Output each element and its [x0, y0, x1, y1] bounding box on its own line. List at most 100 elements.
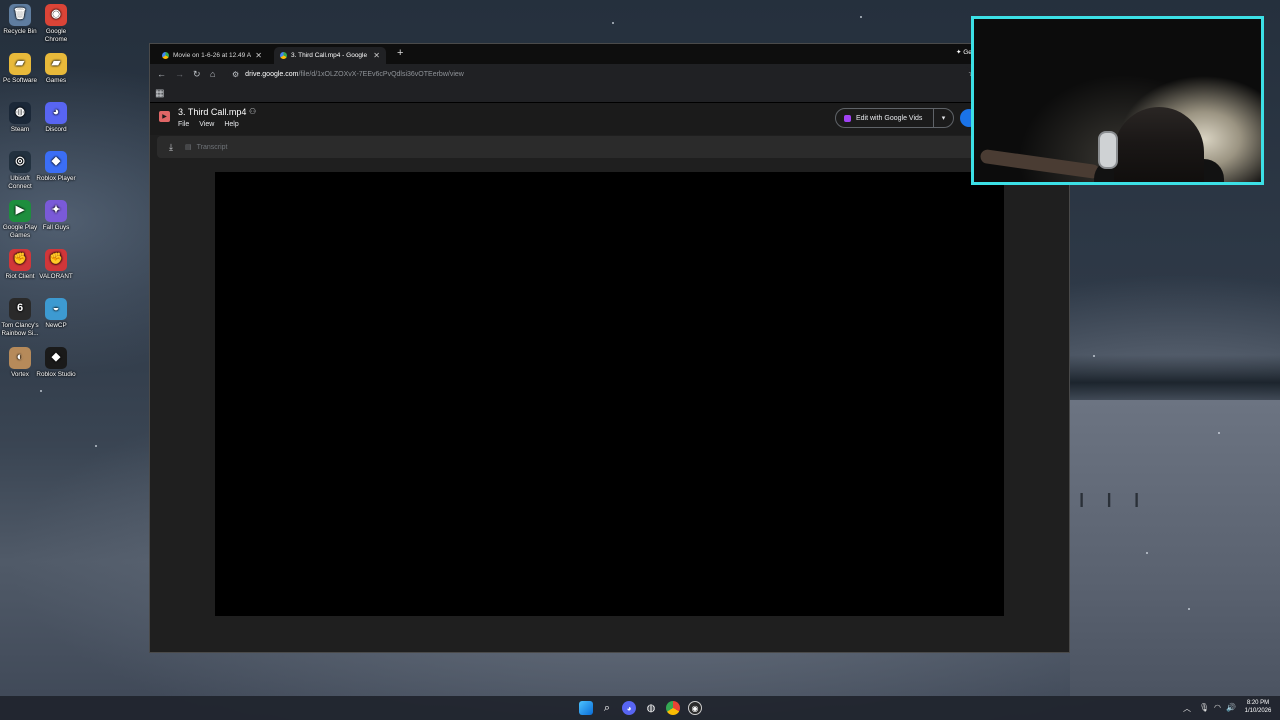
file-menu-bar: File View Help: [178, 121, 239, 128]
desktop-icon-riot-client[interactable]: ✊ Riot Client: [0, 249, 40, 281]
close-icon[interactable]: ✕: [255, 51, 262, 60]
tab-title: Movie on 1-6-26 at 12.49 AM.m: [173, 52, 252, 59]
site-info-icon[interactable]: ⚙: [232, 70, 239, 79]
drive-file-header: ▶ 3. Third Call.mp4 ⚇ File View Help Edi…: [150, 103, 1069, 135]
google-vids-icon: [844, 114, 851, 122]
chrome-icon[interactable]: [666, 701, 680, 715]
download-icon[interactable]: ⤓: [169, 142, 173, 153]
volume-icon[interactable]: 🔊: [1226, 703, 1236, 712]
apps-grid-icon[interactable]: ▦: [155, 88, 164, 99]
start-windows-icon[interactable]: [579, 701, 593, 715]
app-icon: ◐: [9, 347, 31, 369]
address-bar[interactable]: ⚙ drive.google.com/file/d/1xOLZOXvX-7EEv…: [228, 67, 972, 82]
taskbar-clock[interactable]: 8:20 PM 1/10/2026: [1238, 699, 1278, 715]
app-icon: ◍: [9, 102, 31, 124]
drive-favicon-icon: [280, 52, 287, 59]
app-icon: ◕: [45, 102, 67, 124]
menu-help[interactable]: Help: [224, 121, 238, 128]
back-arrow-icon[interactable]: ←: [157, 69, 166, 79]
microphone-icon: [1098, 131, 1118, 169]
wallpaper-treeline: [1070, 355, 1280, 405]
video-file-icon: ▶: [159, 111, 170, 122]
url-path: /file/d/1xOLZOXvX-7EEv6cPvQdlsi36vOTEerb…: [298, 71, 464, 78]
chevron-down-icon[interactable]: ▾: [933, 109, 953, 127]
desktop-icon-steam[interactable]: ◍ Steam: [0, 102, 40, 134]
tab-third-call[interactable]: 3. Third Call.mp4 - Google Driv ✕: [274, 47, 386, 64]
app-icon: ◉: [45, 4, 67, 26]
desktop-icon-roblox-studio[interactable]: ◆ Roblox Studio: [36, 347, 76, 379]
obs-icon[interactable]: ◉: [688, 701, 702, 715]
wifi-icon[interactable]: ◠: [1214, 703, 1221, 712]
transcript-icon: ▤: [184, 144, 192, 151]
wallpaper-mark: ı ı ı: [1078, 484, 1147, 514]
desktop-icon-pc-software[interactable]: ▰ Pc Software: [0, 53, 40, 85]
desktop-icon-google-play-games[interactable]: ▶ Google Play Games: [0, 200, 40, 239]
desktop-icon-label: Fall Guys: [42, 224, 70, 231]
edit-with-vids-label: Edit with Google Vids: [856, 114, 923, 122]
desktop-icon-ubisoft-connect[interactable]: ◎ Ubisoft Connect: [0, 151, 40, 190]
desktop-icon-google-chrome[interactable]: ◉ Google Chrome: [36, 4, 76, 43]
webcam-overlay: [971, 16, 1264, 185]
wallpaper-star: [1146, 552, 1148, 554]
gemini-button[interactable]: ✦ Ge: [956, 48, 972, 56]
steam-icon[interactable]: ◍: [644, 701, 658, 715]
tab-movie[interactable]: Movie on 1-6-26 at 12.49 AM.m ✕: [156, 47, 268, 64]
desktop-icon-vortex[interactable]: ◐ Vortex: [0, 347, 40, 379]
desktop-icon-label: Tom Clancy's Rainbow Si...: [1, 322, 39, 337]
tab-title: 3. Third Call.mp4 - Google Driv: [291, 52, 369, 59]
desktop-icon-label: Steam: [10, 126, 30, 133]
app-icon: ▰: [45, 53, 67, 75]
desktop-icon-recycle-bin[interactable]: 🗑 Recycle Bin: [0, 4, 40, 36]
desktop-icon-label: Roblox Studio: [36, 371, 76, 378]
desktop-icon-label: Discord: [45, 126, 67, 133]
app-icon: ✊: [9, 249, 31, 271]
bookmarks-bar: ▦: [150, 85, 1069, 103]
menu-file[interactable]: File: [178, 121, 189, 128]
wallpaper-star: [40, 390, 42, 392]
desktop-icon-games[interactable]: ▰ Games: [36, 53, 76, 85]
app-icon: 6: [9, 298, 31, 320]
browser-window[interactable]: Movie on 1-6-26 at 12.49 AM.m ✕ 3. Third…: [149, 43, 1070, 653]
forward-arrow-icon[interactable]: →: [175, 69, 184, 79]
url-host: drive.google.com: [245, 71, 299, 78]
app-icon: ◆: [45, 151, 67, 173]
taskbar: ⌕ ◕ ◍ ◉ ︿ 🎙 ◠ 🔊 8:20 PM 1/10/2026: [0, 696, 1280, 720]
discord-icon[interactable]: ◕: [622, 701, 636, 715]
transcript-button[interactable]: ▤ Transcript: [184, 143, 228, 152]
video-player[interactable]: [215, 172, 1004, 616]
app-icon: ◆: [45, 347, 67, 369]
desktop-icon-newcp[interactable]: ◒ NewCP: [36, 298, 76, 330]
desktop-icon-fall-guys[interactable]: ✦ Fall Guys: [36, 200, 76, 232]
wallpaper-star: [1188, 608, 1190, 610]
shared-users-icon[interactable]: ⚇: [249, 107, 256, 116]
transcript-label: Transcript: [196, 143, 228, 151]
desktop-icon-label: Ubisoft Connect: [8, 175, 32, 190]
wallpaper-star: [1093, 355, 1095, 357]
search-icon[interactable]: ⌕: [600, 701, 614, 715]
app-icon: ✊: [45, 249, 67, 271]
menu-view[interactable]: View: [199, 121, 214, 128]
file-title: 3. Third Call.mp4: [178, 107, 247, 117]
webcam-person-head: [1114, 107, 1204, 182]
desktop-icon-valorant[interactable]: ✊ VALORANT: [36, 249, 76, 281]
chevron-up-icon[interactable]: ︿: [1183, 703, 1191, 714]
desktop-icon-discord[interactable]: ◕ Discord: [36, 102, 76, 134]
desktop-icon-roblox-player[interactable]: ◆ Roblox Player: [36, 151, 76, 183]
app-icon: ▶: [9, 200, 31, 222]
desktop-icon-label: Vortex: [11, 371, 29, 378]
microphone-tray-icon[interactable]: 🎙: [1199, 703, 1209, 712]
edit-with-vids-button[interactable]: Edit with Google Vids ▾: [835, 108, 954, 128]
clock-time: 8:20 PM: [1246, 700, 1270, 706]
desktop-icon-tom-clancy-s-rainbow-si[interactable]: 6 Tom Clancy's Rainbow Si...: [0, 298, 40, 337]
home-icon[interactable]: ⌂: [210, 69, 215, 79]
wallpaper-snow-field: [1070, 400, 1280, 700]
edit-with-vids-main[interactable]: Edit with Google Vids: [836, 109, 933, 127]
tab-strip: Movie on 1-6-26 at 12.49 AM.m ✕ 3. Third…: [150, 44, 1069, 64]
reload-icon[interactable]: ↻: [193, 69, 201, 80]
clock-date: 1/10/2026: [1244, 708, 1272, 714]
desktop-icon-label: Recycle Bin: [3, 28, 37, 35]
desktop-icon-label: Google Chrome: [44, 28, 68, 43]
desktop-icon-label: Riot Client: [5, 273, 35, 280]
close-icon[interactable]: ✕: [373, 51, 380, 60]
new-tab-button[interactable]: +: [397, 47, 403, 59]
